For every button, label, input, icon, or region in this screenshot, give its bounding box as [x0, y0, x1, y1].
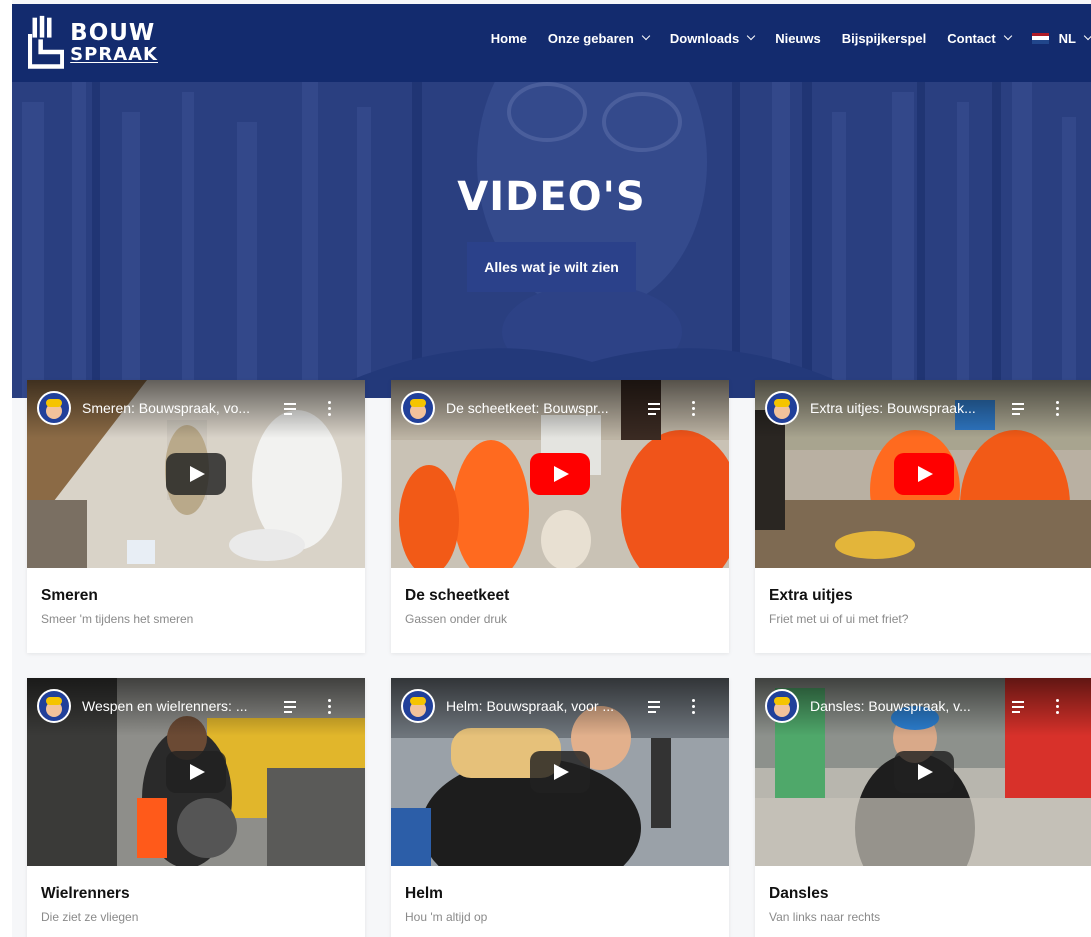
- more-options-icon[interactable]: [328, 699, 332, 715]
- nav-contact[interactable]: Contact: [947, 30, 1012, 46]
- chevron-down-icon: [641, 31, 651, 41]
- video-card-de-scheetkeet[interactable]: De scheetkeet: Bouwspr... De scheetkeet …: [391, 380, 729, 653]
- more-options-icon[interactable]: [328, 401, 332, 417]
- nav-label: Bijspijkerspel: [841, 30, 927, 46]
- video-thumbnail[interactable]: Dansles: Bouwspraak, v...: [755, 678, 1091, 866]
- playlist-queue-icon[interactable]: [284, 700, 300, 714]
- video-title: De scheetkeet: [405, 587, 510, 604]
- hand-logo-icon: [28, 15, 65, 69]
- nav-bijspijkerspel[interactable]: Bijspijkerspel: [842, 31, 927, 46]
- video-thumbnail[interactable]: Extra uitjes: Bouwspraak...: [755, 380, 1091, 568]
- play-button[interactable]: [166, 751, 226, 793]
- video-title: Extra uitjes: [769, 587, 853, 604]
- playlist-queue-icon[interactable]: [284, 402, 300, 416]
- video-title: Wielrenners: [41, 885, 130, 902]
- youtube-video-title[interactable]: Dansles: Bouwspraak, v...: [810, 698, 1000, 714]
- nav-label: Nieuws: [775, 30, 821, 46]
- youtube-video-title[interactable]: Smeren: Bouwspraak, vo...: [82, 400, 272, 416]
- more-options-icon[interactable]: [692, 699, 696, 715]
- chevron-down-icon: [746, 31, 756, 41]
- playlist-queue-icon[interactable]: [648, 700, 664, 714]
- video-thumbnail[interactable]: Wespen en wielrenners: ...: [27, 678, 365, 866]
- nav-onze-gebaren[interactable]: Onze gebaren: [547, 30, 651, 46]
- chevron-down-icon: [1083, 31, 1091, 41]
- channel-avatar[interactable]: [37, 689, 71, 723]
- youtube-video-title[interactable]: Wespen en wielrenners: ...: [82, 698, 272, 714]
- video-title: Smeren: [41, 587, 98, 604]
- video-subtitle: Die ziet ze vliegen: [41, 910, 139, 924]
- play-button[interactable]: [166, 453, 226, 495]
- channel-avatar[interactable]: [765, 391, 799, 425]
- video-subtitle: Van links naar rechts: [769, 910, 881, 924]
- video-subtitle: Friet met ui of ui met friet?: [769, 612, 909, 626]
- logo-line2: SPRAAK: [70, 44, 158, 65]
- video-thumbnail[interactable]: Helm: Bouwspraak, voor ...: [391, 678, 729, 866]
- chevron-down-icon: [1003, 31, 1012, 41]
- nav-label: Contact: [947, 30, 996, 46]
- dutch-flag-icon: [1031, 32, 1049, 44]
- video-thumbnail[interactable]: De scheetkeet: Bouwspr...: [391, 380, 729, 568]
- main-nav: Home Onze gebaren Downloads Nieuws Bijsp…: [491, 4, 1091, 72]
- language-label: NL: [1058, 30, 1076, 46]
- channel-avatar[interactable]: [401, 391, 435, 425]
- channel-avatar[interactable]: [765, 689, 799, 723]
- youtube-video-title[interactable]: Extra uitjes: Bouwspraak...: [810, 400, 1000, 416]
- video-card-helm[interactable]: Helm: Bouwspraak, voor ... Helm Hou 'm a…: [391, 678, 729, 937]
- video-card-smeren[interactable]: Smeren: Bouwspraak, vo... Smeren Smeer '…: [27, 380, 365, 653]
- page-title: VIDEO'S: [457, 174, 646, 220]
- channel-avatar[interactable]: [37, 391, 71, 425]
- play-button[interactable]: [530, 751, 590, 793]
- nav-label: Onze gebaren: [547, 30, 634, 46]
- site-header: BOUW SPRAAK Home Onze gebaren Downloads …: [12, 4, 1091, 82]
- video-thumbnail[interactable]: Smeren: Bouwspraak, vo...: [27, 380, 365, 568]
- hero-background-image: [12, 82, 1091, 398]
- video-subtitle: Smeer 'm tijdens het smeren: [41, 612, 194, 626]
- youtube-video-title[interactable]: Helm: Bouwspraak, voor ...: [446, 698, 636, 714]
- hero-subtitle: Alles wat je wilt zien: [467, 242, 636, 292]
- nav-home[interactable]: Home: [491, 31, 527, 46]
- page: BOUW SPRAAK Home Onze gebaren Downloads …: [0, 0, 1091, 937]
- video-title: Dansles: [769, 885, 829, 902]
- nav-label: Home: [490, 30, 527, 46]
- logo-wordmark: BOUW SPRAAK: [70, 22, 158, 64]
- video-subtitle: Gassen onder druk: [405, 612, 508, 626]
- video-title: Helm: [405, 885, 443, 902]
- video-card-wielrenners[interactable]: Wespen en wielrenners: ... Wielrenners D…: [27, 678, 365, 937]
- nav-downloads[interactable]: Downloads: [669, 30, 756, 46]
- video-subtitle: Hou 'm altijd op: [405, 910, 488, 924]
- channel-avatar[interactable]: [401, 689, 435, 723]
- hero-banner: VIDEO'S Alles wat je wilt zien: [12, 82, 1091, 398]
- more-options-icon[interactable]: [1056, 699, 1060, 715]
- playlist-queue-icon[interactable]: [1012, 700, 1028, 714]
- play-button[interactable]: [530, 453, 590, 495]
- video-card-dansles[interactable]: Dansles: Bouwspraak, v... Dansles Van li…: [755, 678, 1091, 937]
- language-switcher[interactable]: NL: [1031, 30, 1091, 46]
- youtube-video-title[interactable]: De scheetkeet: Bouwspr...: [446, 400, 636, 416]
- playlist-queue-icon[interactable]: [648, 402, 664, 416]
- nav-nieuws[interactable]: Nieuws: [775, 31, 821, 46]
- play-button[interactable]: [894, 751, 954, 793]
- left-margin: [0, 0, 12, 937]
- play-button[interactable]: [894, 453, 954, 495]
- video-card-extra-uitjes[interactable]: Extra uitjes: Bouwspraak... Extra uitjes…: [755, 380, 1091, 653]
- bouwspraak-logo[interactable]: BOUW SPRAAK: [28, 12, 158, 74]
- playlist-queue-icon[interactable]: [1012, 402, 1028, 416]
- logo-line1: BOUW: [70, 20, 156, 46]
- more-options-icon[interactable]: [1056, 401, 1060, 417]
- more-options-icon[interactable]: [692, 401, 696, 417]
- nav-label: Downloads: [669, 30, 740, 46]
